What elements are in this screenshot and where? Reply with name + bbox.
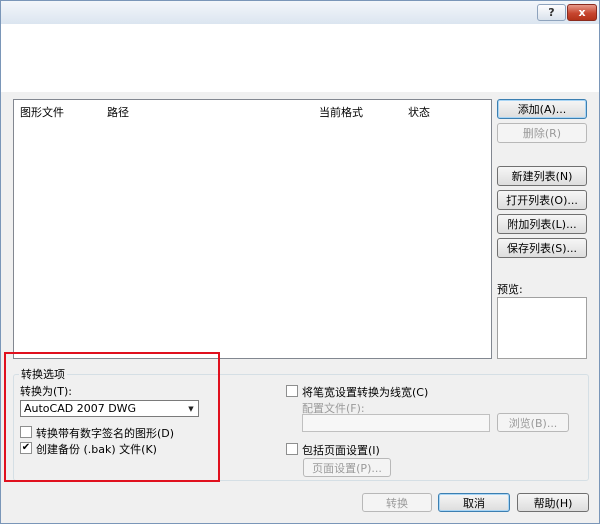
preview-pane <box>497 297 587 359</box>
dwg-convert-dialog: ? x 图形文件 路径 当前格式 状态 添加(A)... 删除(R) 新建列表(… <box>0 0 600 524</box>
file-list[interactable]: 图形文件 路径 当前格式 状态 <box>13 99 492 359</box>
column-header-path[interactable]: 路径 <box>107 104 129 120</box>
open-list-button[interactable]: 打开列表(O)... <box>497 190 587 210</box>
column-header-status[interactable]: 状态 <box>408 104 430 120</box>
pen-width-checkbox[interactable] <box>286 385 298 397</box>
header-area <box>1 24 599 92</box>
column-header-current-format[interactable]: 当前格式 <box>319 104 363 120</box>
append-list-button[interactable]: 附加列表(L)... <box>497 214 587 234</box>
cancel-button[interactable]: 取消 <box>438 493 510 512</box>
add-button[interactable]: 添加(A)... <box>497 99 587 119</box>
pen-width-label: 将笔宽设置转换为线宽(C) <box>302 386 429 399</box>
title-bar: ? x <box>1 1 599 24</box>
preview-label: 预览: <box>497 283 523 296</box>
column-header-drawing-file[interactable]: 图形文件 <box>20 104 64 120</box>
close-title-button[interactable]: x <box>567 4 597 21</box>
browse-button[interactable]: 浏览(B)... <box>497 413 569 432</box>
save-list-button[interactable]: 保存列表(S)... <box>497 238 587 258</box>
include-page-setup-label: 包括页面设置(I) <box>302 444 380 457</box>
help-button[interactable]: 帮助(H) <box>517 493 589 512</box>
new-list-button[interactable]: 新建列表(N) <box>497 166 587 186</box>
highlight-box <box>4 352 220 482</box>
help-title-button[interactable]: ? <box>537 4 566 21</box>
include-page-setup-checkbox[interactable] <box>286 443 298 455</box>
config-file-input[interactable] <box>302 414 490 432</box>
convert-button[interactable]: 转换 <box>362 493 432 512</box>
page-setup-button[interactable]: 页面设置(P)... <box>303 458 391 477</box>
remove-button[interactable]: 删除(R) <box>497 123 587 143</box>
